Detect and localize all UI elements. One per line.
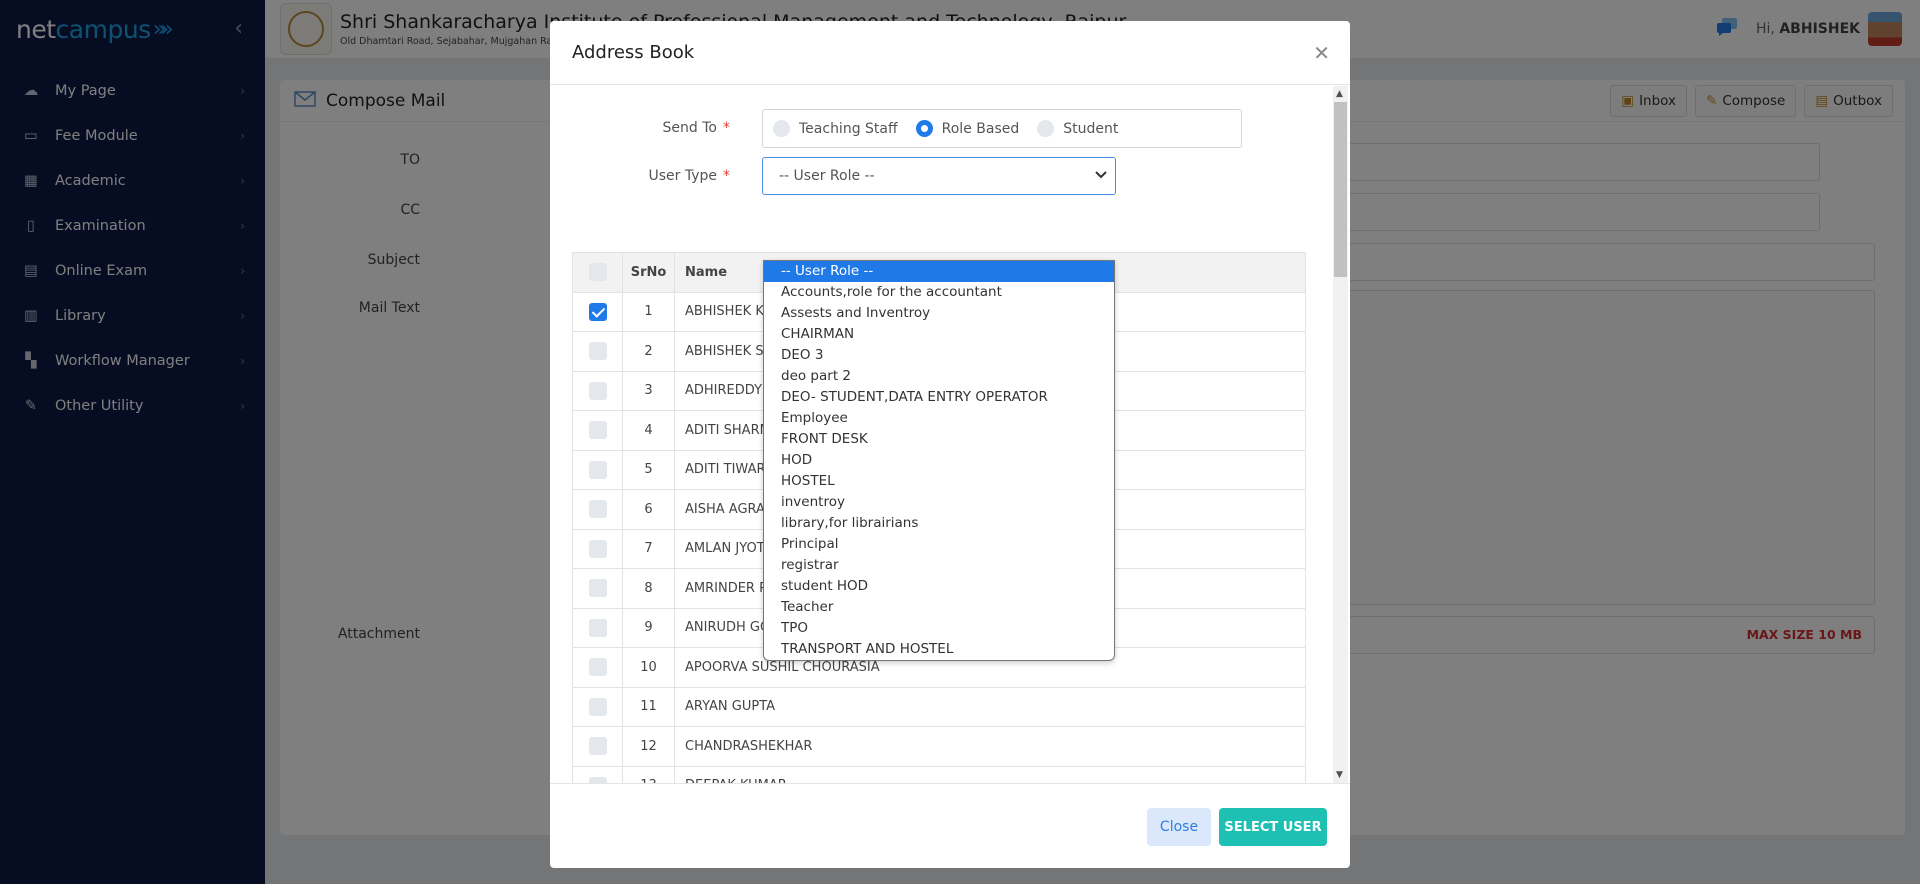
radio-button[interactable]	[1037, 120, 1055, 137]
row-checkbox[interactable]	[588, 381, 607, 400]
radio-button[interactable]	[915, 120, 933, 137]
dropdown-option[interactable]: HOD	[764, 450, 1114, 471]
close-button[interactable]: Close	[1147, 808, 1211, 846]
table-row[interactable]: 12 CHANDRASHEKHAR	[572, 726, 1306, 767]
radio-label: Student	[1063, 120, 1119, 137]
row-checkbox-cell[interactable]	[572, 410, 623, 451]
row-checkbox-cell[interactable]	[572, 607, 623, 648]
select-all-checkbox[interactable]	[588, 263, 607, 282]
dropdown-option[interactable]: DEO 3	[764, 345, 1114, 366]
row-checkbox-cell[interactable]	[572, 568, 623, 609]
row-checkbox-cell[interactable]	[572, 489, 623, 530]
row-checkbox-cell[interactable]	[572, 726, 623, 767]
row-checkbox[interactable]	[588, 658, 607, 677]
scroll-down-icon[interactable]: ▼	[1336, 770, 1343, 780]
row-srno: 11	[622, 686, 675, 727]
chevron-down-icon	[1095, 168, 1107, 183]
row-srno: 10	[622, 647, 675, 688]
row-srno: 12	[622, 726, 675, 767]
row-srno: 4	[622, 410, 675, 451]
user-type-select[interactable]: -- User Role --	[762, 157, 1116, 195]
row-checkbox-cell[interactable]	[572, 331, 623, 372]
user-type-value: -- User Role --	[779, 168, 875, 184]
dropdown-option[interactable]: CHAIRMAN	[764, 324, 1114, 345]
dropdown-option[interactable]: student HOD	[764, 576, 1114, 597]
send-to-radio-group: Teaching Staff Role Based Student	[762, 109, 1242, 148]
dropdown-option[interactable]: Principal	[764, 534, 1114, 555]
row-checkbox[interactable]	[588, 579, 607, 598]
dropdown-option[interactable]: library,for librairians	[764, 513, 1114, 534]
row-srno: 13	[622, 765, 675, 783]
row-name: DEEPAK KUMAR	[674, 765, 1306, 783]
row-srno: 5	[622, 449, 675, 490]
row-checkbox[interactable]	[588, 737, 607, 756]
row-srno: 1	[622, 291, 675, 332]
row-checkbox[interactable]	[588, 618, 607, 637]
select-all-checkbox-cell[interactable]	[572, 252, 623, 293]
select-user-button[interactable]: SELECT USER	[1219, 808, 1327, 846]
user-type-label: User Type *	[648, 168, 730, 184]
radio-label: Teaching Staff	[799, 120, 898, 137]
address-book-modal: Address Book ✕ Send To * Teaching Staff Ro…	[550, 21, 1350, 868]
row-checkbox[interactable]	[588, 302, 607, 321]
dropdown-option[interactable]: -- User Role --	[764, 261, 1114, 282]
row-checkbox-cell[interactable]	[572, 765, 623, 783]
row-checkbox-cell[interactable]	[572, 528, 623, 569]
row-srno: 6	[622, 489, 675, 530]
radio-label: Role Based	[941, 120, 1020, 137]
row-checkbox[interactable]	[588, 500, 607, 519]
scroll-up-icon[interactable]: ▲	[1336, 89, 1343, 99]
row-name: CHANDRASHEKHAR	[674, 726, 1306, 767]
row-checkbox[interactable]	[588, 421, 607, 440]
dropdown-option[interactable]: deo part 2	[764, 366, 1114, 387]
row-checkbox[interactable]	[588, 539, 607, 558]
dropdown-option[interactable]: Assests and Inventroy	[764, 303, 1114, 324]
dropdown-option[interactable]: Teacher	[764, 597, 1114, 618]
row-srno: 9	[622, 607, 675, 648]
dropdown-option[interactable]: HOSTEL	[764, 471, 1114, 492]
radio-role-based[interactable]: Role Based	[915, 120, 1020, 137]
row-name: ARYAN GUPTA	[674, 686, 1306, 727]
dropdown-option[interactable]: DEO- STUDENT,DATA ENTRY OPERATOR	[764, 387, 1114, 408]
srno-header: SrNo	[622, 252, 675, 293]
row-checkbox[interactable]	[588, 342, 607, 361]
table-row[interactable]: 11 ARYAN GUPTA	[572, 686, 1306, 727]
dropdown-option[interactable]: Employee	[764, 408, 1114, 429]
modal-title: Address Book	[572, 42, 695, 63]
dropdown-option[interactable]: FRONT DESK	[764, 429, 1114, 450]
modal-scrollbar[interactable]: ▲ ▼	[1333, 86, 1348, 783]
row-checkbox[interactable]	[588, 697, 607, 716]
row-checkbox-cell[interactable]	[572, 686, 623, 727]
table-row[interactable]: 13DEEPAK KUMAR	[572, 765, 1306, 783]
dropdown-option[interactable]: TRANSPORT AND HOSTEL	[764, 639, 1114, 660]
scroll-thumb[interactable]	[1334, 102, 1347, 277]
row-checkbox-cell[interactable]	[572, 449, 623, 490]
row-srno: 8	[622, 568, 675, 609]
modal-footer: Close SELECT USER	[550, 783, 1350, 868]
row-checkbox-cell[interactable]	[572, 647, 623, 688]
close-icon[interactable]: ✕	[1313, 41, 1330, 65]
send-to-label: Send To *	[662, 120, 730, 136]
row-checkbox-cell[interactable]	[572, 291, 623, 332]
row-srno: 7	[622, 528, 675, 569]
row-srno: 2	[622, 331, 675, 372]
radio-button[interactable]	[773, 120, 790, 137]
dropdown-option[interactable]: registrar	[764, 555, 1114, 576]
radio-student[interactable]: Student	[1037, 120, 1118, 137]
radio-teaching-staff[interactable]: Teaching Staff	[773, 120, 898, 137]
dropdown-option[interactable]: inventroy	[764, 492, 1114, 513]
dropdown-option[interactable]: TPO	[764, 618, 1114, 639]
dropdown-option[interactable]: Accounts,role for the accountant	[764, 282, 1114, 303]
row-srno: 3	[622, 370, 675, 411]
modal-body: Send To * Teaching Staff Role Based Student…	[550, 86, 1350, 783]
row-checkbox[interactable]	[588, 460, 607, 479]
user-type-dropdown-list: -- User Role -- Accounts,role for the acc…	[763, 260, 1115, 661]
row-checkbox-cell[interactable]	[572, 370, 623, 411]
